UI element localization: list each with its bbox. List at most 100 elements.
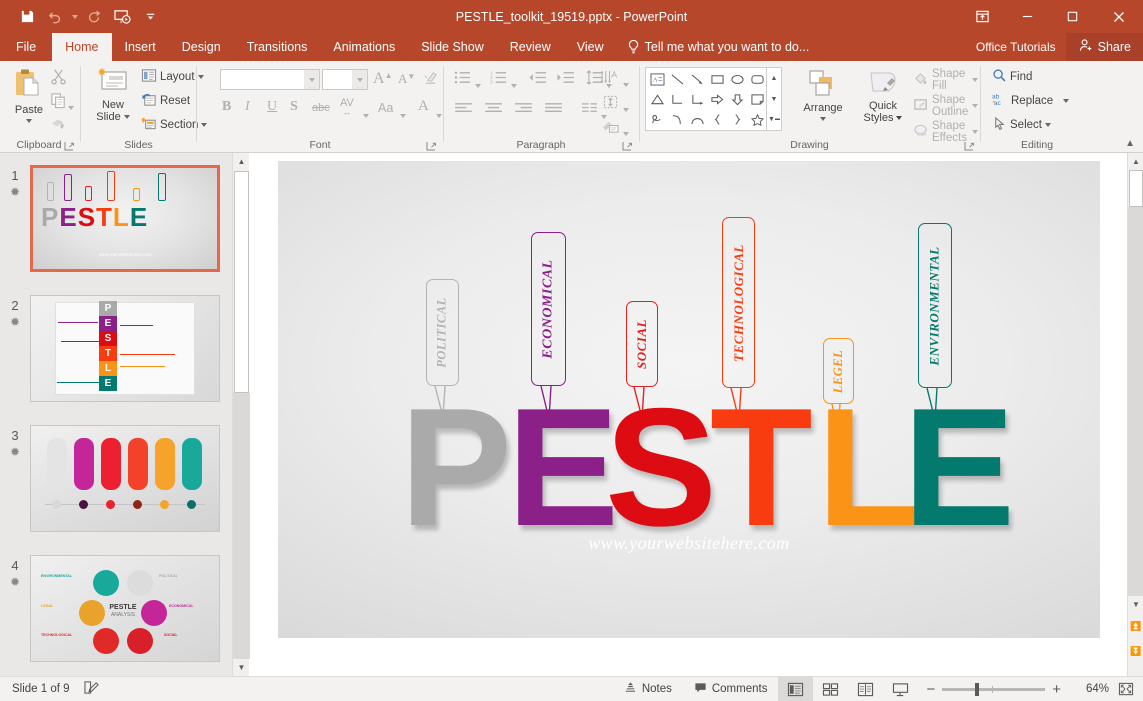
shape-elbow-connector[interactable] — [667, 89, 687, 109]
bullets-dropdown-icon[interactable] — [475, 75, 481, 93]
thumbnail-slide-4[interactable]: PESTLEANALYSIS ENVIRONMENTAL POLITICAL L… — [30, 555, 220, 662]
zoom-slider[interactable]: − + — [918, 681, 1069, 698]
align-text-dropdown-icon[interactable] — [623, 99, 629, 117]
shape-outline-dropdown-icon[interactable] — [972, 104, 978, 108]
collapse-ribbon-button[interactable]: ▲ — [1125, 138, 1135, 149]
align-center-button[interactable] — [484, 102, 503, 120]
reading-view-button[interactable] — [848, 677, 883, 701]
shape-triangle[interactable] — [647, 89, 667, 109]
shape-rounded-rectangle[interactable] — [747, 69, 767, 89]
tab-view[interactable]: View — [564, 33, 617, 61]
character-spacing-button[interactable]: AV↔ — [340, 99, 354, 117]
slide-scrollbar-track[interactable] — [1128, 207, 1143, 596]
numbering-dropdown-icon[interactable] — [511, 75, 517, 93]
callout-economical[interactable]: ECONOMICAL — [531, 232, 566, 386]
shape-rectangle[interactable] — [707, 69, 727, 89]
tab-slide-show[interactable]: Slide Show — [408, 33, 497, 61]
shape-elbow-arrow-connector[interactable] — [687, 89, 707, 109]
shape-right-brace[interactable] — [727, 109, 747, 129]
font-color-dropdown-icon[interactable] — [436, 105, 442, 123]
thumbnail-row[interactable]: 4 ✹ PESTLEANALYSIS ENVIRONMENTAL POLITIC… — [0, 555, 232, 662]
thumbnail-scrollbar[interactable]: ▲ ▼ — [232, 153, 249, 676]
shape-line[interactable] — [667, 69, 687, 89]
save-icon[interactable] — [14, 5, 40, 29]
share-button[interactable]: Share — [1066, 33, 1143, 61]
numbering-button[interactable]: 123 — [490, 70, 508, 90]
paste-button[interactable]: Paste — [6, 67, 52, 123]
select-dropdown-icon[interactable] — [1045, 123, 1051, 127]
tab-design[interactable]: Design — [169, 33, 234, 61]
notes-page-icon[interactable] — [83, 680, 100, 698]
shape-arrow[interactable] — [687, 69, 707, 89]
shape-right-arrow[interactable] — [707, 89, 727, 109]
callout-environmental[interactable]: ENVIRONMENTAL — [918, 223, 952, 388]
arrange-button[interactable]: Arrange — [793, 69, 853, 121]
shape-arc[interactable] — [687, 109, 707, 129]
slide-scrollbar-thumb[interactable] — [1129, 170, 1143, 207]
slide-thumbnail-pane[interactable]: 1 ✹ PESTLE www.yourwebsitehere.com — [0, 153, 232, 676]
undo-dropdown-icon[interactable] — [70, 5, 79, 29]
font-dialog-launcher[interactable] — [426, 139, 437, 150]
thumbnail-scrollbar-thumb[interactable] — [234, 171, 249, 393]
shape-curve-right[interactable] — [667, 109, 687, 129]
fit-slide-to-window-button[interactable] — [1109, 677, 1143, 701]
slide-editing-area[interactable]: POLITICAL ECONOMICAL SOCIAL — [250, 153, 1127, 676]
redo-icon[interactable] — [81, 5, 107, 29]
shape-fill-dropdown-icon[interactable] — [972, 78, 978, 82]
shape-text-box[interactable]: A — [647, 69, 667, 89]
zoom-out-button[interactable]: − — [926, 681, 935, 698]
drawing-dialog-launcher[interactable] — [964, 139, 975, 150]
thumbnail-slide-1[interactable]: PESTLE www.yourwebsitehere.com — [30, 165, 220, 272]
slide-scroll-up-icon[interactable]: ▲ — [1128, 153, 1143, 170]
zoom-knob[interactable] — [975, 683, 979, 696]
section-button[interactable]: Section — [141, 116, 207, 134]
paste-dropdown-icon[interactable] — [26, 119, 32, 123]
minimize-icon[interactable] — [1005, 0, 1050, 33]
replace-button[interactable]: abac Replace — [992, 92, 1069, 110]
current-slide[interactable]: POLITICAL ECONOMICAL SOCIAL — [278, 161, 1100, 638]
normal-view-button[interactable] — [778, 677, 813, 701]
tab-review[interactable]: Review — [497, 33, 564, 61]
maximize-icon[interactable] — [1050, 0, 1095, 33]
convert-to-smartart-button[interactable] — [602, 119, 620, 139]
decrease-indent-button[interactable] — [528, 70, 547, 90]
thumbnail-slide-3[interactable] — [30, 425, 220, 532]
tab-file[interactable]: File — [0, 33, 52, 61]
office-tutorials-label[interactable]: Office Tutorials — [966, 40, 1066, 54]
previous-slide-icon[interactable]: ⏫ — [1128, 618, 1143, 635]
shapes-gallery-nav[interactable]: ▲ ▼ ▼▬ — [767, 67, 782, 131]
align-left-button[interactable] — [454, 102, 473, 120]
text-shadow-button[interactable]: S — [290, 99, 298, 115]
thumbnail-slide-2[interactable]: P E S T L E — [30, 295, 220, 402]
clear-formatting-button[interactable] — [422, 70, 439, 92]
tab-animations[interactable]: Animations — [320, 33, 408, 61]
shape-outline-button[interactable]: Shape Outline — [913, 94, 978, 118]
cut-button[interactable] — [50, 68, 67, 90]
slide-scroll-down-icon[interactable]: ▼ — [1128, 596, 1143, 613]
character-spacing-dropdown-icon[interactable] — [363, 105, 369, 123]
thumbnail-row[interactable]: 1 ✹ PESTLE www.yourwebsitehere.com — [0, 165, 232, 272]
shape-star[interactable] — [747, 109, 767, 129]
shape-scribble[interactable] — [647, 109, 667, 129]
comments-button[interactable]: Comments — [683, 677, 779, 701]
font-size-dropdown-icon[interactable] — [352, 70, 367, 89]
thumbnail-scroll-up-icon[interactable]: ▲ — [233, 153, 250, 170]
shapes-gallery[interactable]: A — [645, 67, 767, 131]
customize-qat-icon[interactable] — [137, 5, 163, 29]
change-case-dropdown-icon[interactable] — [400, 105, 406, 123]
replace-dropdown-icon[interactable] — [1063, 99, 1069, 103]
font-color-button[interactable]: A — [418, 98, 429, 115]
callout-technological[interactable]: TECHNOLOGICAL — [722, 217, 755, 388]
increase-indent-button[interactable] — [556, 70, 575, 90]
new-slide-button[interactable]: New Slide — [88, 66, 138, 123]
underline-button[interactable]: U — [267, 99, 277, 115]
tab-insert[interactable]: Insert — [112, 33, 169, 61]
shape-down-arrow[interactable] — [727, 89, 747, 109]
thumbnail-scrollbar-track[interactable] — [233, 393, 250, 659]
align-right-button[interactable] — [514, 102, 533, 120]
tab-home[interactable]: Home — [52, 33, 111, 61]
tab-transitions[interactable]: Transitions — [234, 33, 321, 61]
undo-icon[interactable] — [42, 5, 68, 29]
increase-font-size-button[interactable]: A▲ — [373, 70, 392, 88]
notes-button[interactable]: Notes — [613, 677, 683, 701]
